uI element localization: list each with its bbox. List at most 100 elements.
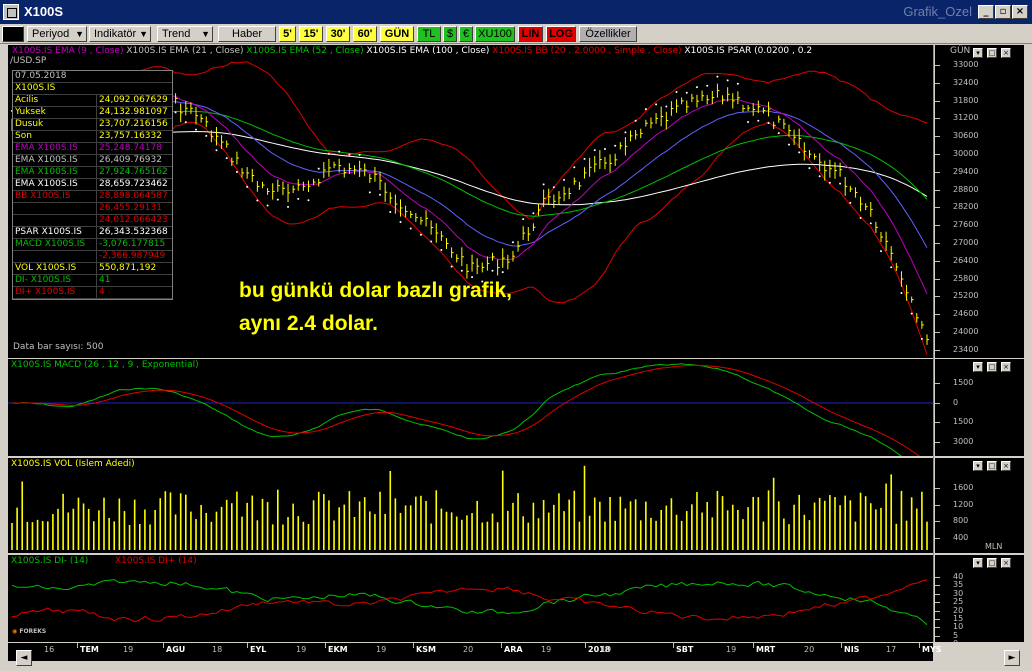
period-gun-button[interactable]: GÜN: [380, 26, 414, 42]
annotation-line-2: aynı 2.4 dolar.: [239, 312, 378, 335]
symbol-icon[interactable]: [2, 26, 24, 42]
y-tick-mark: [935, 537, 940, 539]
macd-signal-line: [11, 364, 921, 456]
info-row: X100S.IS: [13, 83, 172, 95]
periyod-dropdown[interactable]: Periyod ▼: [27, 26, 87, 42]
psar-dot: [246, 185, 249, 188]
period-30-button[interactable]: 30': [326, 26, 350, 42]
info-row: -2,366.987949: [13, 251, 172, 263]
y-tick-label: 31200: [953, 113, 979, 123]
period-15-button[interactable]: 15': [299, 26, 323, 42]
pane-maximize-icon[interactable]: □: [987, 48, 997, 58]
psar-dot: [297, 197, 300, 200]
pane-close-icon[interactable]: ×: [1001, 558, 1011, 568]
close-icon[interactable]: ×: [1012, 5, 1028, 19]
date-label: KSM: [416, 645, 436, 654]
date-tick: [413, 643, 414, 648]
psar-dot: [379, 193, 382, 196]
restore-icon[interactable]: ▫: [995, 5, 1011, 19]
psar-dot: [573, 166, 576, 169]
date-label: 20: [463, 645, 474, 654]
info-value: 25,248.74178: [96, 143, 172, 154]
y-tick-mark: [935, 314, 940, 316]
psar-dot: [256, 199, 259, 202]
macd-chart: [8, 363, 933, 456]
psar-dot: [747, 121, 750, 124]
currency-usd-button[interactable]: $: [443, 26, 457, 42]
pane-menu-icon[interactable]: ▾: [973, 558, 983, 568]
psar-dot: [736, 82, 739, 85]
y-tick-mark: [935, 349, 940, 351]
y-tick-mark: [935, 593, 940, 595]
psar-dot: [348, 153, 351, 156]
period-5-button[interactable]: 5': [279, 26, 296, 42]
trend-dropdown[interactable]: Trend ▼: [157, 26, 213, 42]
pane-maximize-icon[interactable]: □: [987, 558, 997, 568]
info-row: DI- X100S.IS 41: [13, 275, 172, 287]
macd-pane[interactable]: X100S.IS MACD (26 , 12 , 9 , Exponential…: [8, 359, 933, 456]
psar-dot: [195, 128, 198, 131]
legend-item: X100S.IS EMA (21 , Close): [126, 46, 247, 56]
psar-dot: [205, 134, 208, 137]
pane-close-icon[interactable]: ×: [1001, 48, 1011, 58]
date-tick: [163, 643, 164, 648]
y-tick-mark: [935, 100, 940, 102]
y-tick-label: 1500: [953, 417, 974, 426]
info-row: Dusuk 23,707.216156: [13, 119, 172, 131]
currency-eur-button[interactable]: €: [459, 26, 473, 42]
ozellikler-button[interactable]: Özellikler: [579, 26, 637, 42]
psar-dot: [593, 149, 596, 152]
y-tick-mark: [935, 82, 940, 84]
period-60-button[interactable]: 60': [353, 26, 377, 42]
scroll-right-icon[interactable]: ►: [1004, 650, 1020, 666]
pane-close-icon[interactable]: ×: [1001, 362, 1011, 372]
currency-tl-button[interactable]: TL: [417, 26, 441, 42]
y-tick-label: 24000: [953, 327, 979, 336]
pane-maximize-icon[interactable]: □: [987, 362, 997, 372]
y-tick-label: 800: [953, 516, 969, 525]
di-minus-title: X100S.IS DI- (14): [11, 556, 89, 566]
psar-dot: [276, 198, 279, 201]
y-tick-label: 28200: [953, 202, 979, 212]
y-tick-label: 30000: [953, 149, 979, 158]
date-label: 20: [804, 645, 815, 654]
psar-dot: [614, 144, 617, 147]
psar-dot: [900, 292, 903, 295]
xu100-button[interactable]: XU100: [475, 26, 515, 42]
psar-dot: [757, 119, 760, 122]
di-pane[interactable]: X100S.IS DI- (14) X100S.IS DI+ (14) ◉ FO…: [8, 555, 933, 642]
lin-scale-button[interactable]: LIN: [518, 26, 543, 42]
info-label: EMA X100S.IS: [15, 143, 78, 153]
window-menu-icon[interactable]: [3, 4, 19, 20]
pane-menu-icon[interactable]: ▾: [973, 461, 983, 471]
info-label: 07.05.2018: [15, 71, 67, 81]
y-tick-label: 23400: [953, 344, 979, 354]
psar-dot: [910, 312, 913, 315]
scroll-left-icon[interactable]: ◄: [16, 650, 32, 666]
info-value: 23,757.16332: [96, 131, 172, 142]
psar-dot: [358, 153, 361, 156]
y-tick-label: 400: [953, 532, 969, 542]
date-label: 19: [601, 645, 612, 654]
psar-dot: [828, 181, 831, 184]
log-scale-button[interactable]: LOG: [546, 26, 576, 42]
psar-dot: [849, 201, 852, 204]
y-tick-mark: [935, 441, 940, 443]
haber-button[interactable]: Haber: [218, 26, 276, 42]
pane-close-icon[interactable]: ×: [1001, 461, 1011, 471]
indikator-dropdown[interactable]: Indikatör ▼: [89, 26, 151, 42]
psar-dot: [430, 240, 433, 243]
minimize-icon[interactable]: _: [978, 5, 994, 19]
psar-dot: [890, 266, 893, 269]
psar-dot: [552, 186, 555, 189]
pane-maximize-icon[interactable]: □: [987, 461, 997, 471]
info-row: EMA X100S.IS 28,659.723462: [13, 179, 172, 191]
info-value: 26,409.76932: [96, 155, 172, 166]
date-label: 19: [376, 645, 387, 654]
info-row: MACD X100S.IS -3,076.177815: [13, 239, 172, 251]
date-axis: 16 TEM 19 AGU 18 EYL 19 EKM 19 KSM 20 ARA 19 2018 19 SB…: [8, 643, 942, 661]
volume-pane[interactable]: X100S.IS VOL (Islem Adedi): [8, 458, 933, 553]
psar-dot: [542, 183, 545, 186]
pane-menu-icon[interactable]: ▾: [973, 362, 983, 372]
pane-menu-icon[interactable]: ▾: [973, 48, 983, 58]
